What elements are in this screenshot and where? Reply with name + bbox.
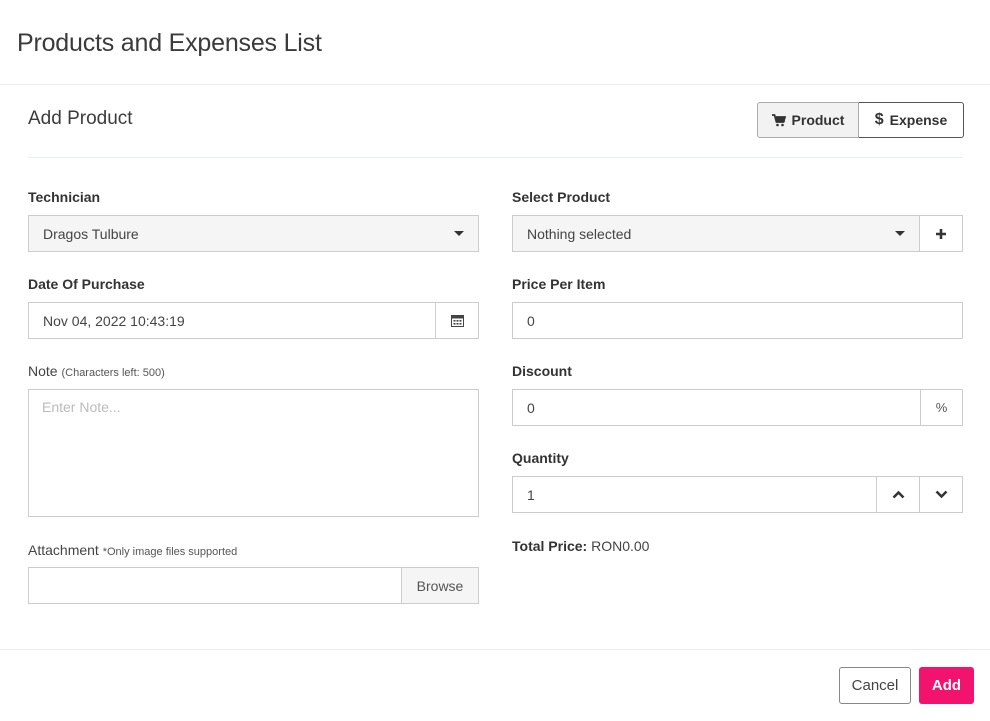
modal-title: Products and Expenses List [17, 29, 322, 57]
chevron-down-icon [895, 231, 905, 236]
technician-select[interactable]: Dragos Tulbure [28, 215, 479, 252]
date-label: Date Of Purchase [28, 276, 145, 292]
cart-icon [771, 113, 786, 126]
product-value: Nothing selected [527, 225, 632, 242]
date-input[interactable]: Nov 04, 2022 10:43:19 [28, 302, 479, 339]
cancel-button[interactable]: Cancel [839, 667, 911, 704]
note-chars-left: (Characters left: 500) [61, 367, 165, 379]
footer-divider [0, 649, 990, 650]
product-toggle-label: Product [791, 112, 845, 128]
plus-icon [936, 228, 946, 239]
total-price-value: RON0.00 [591, 538, 650, 554]
quantity-label: Quantity [512, 450, 569, 466]
type-toggle: Product $ Expense [757, 102, 964, 138]
calendar-icon [450, 315, 464, 327]
product-toggle-button[interactable]: Product [757, 102, 859, 138]
section-title: Add Product [28, 108, 133, 129]
attachment-input[interactable]: Browse [28, 567, 479, 604]
quantity-decrement-button[interactable] [919, 477, 962, 512]
price-value: 0 [527, 312, 535, 329]
price-label: Price Per Item [512, 276, 606, 292]
expense-toggle-button[interactable]: $ Expense [859, 102, 964, 138]
price-input[interactable]: 0 [512, 302, 963, 339]
technician-value: Dragos Tulbure [43, 225, 139, 242]
browse-button[interactable]: Browse [401, 568, 478, 603]
note-label: Note [28, 363, 58, 379]
note-textarea[interactable] [28, 389, 479, 517]
quantity-value: 1 [527, 486, 535, 503]
modal-header: Products and Expenses List [0, 0, 990, 85]
chevron-up-icon [892, 490, 904, 499]
section-divider [28, 157, 963, 158]
total-price: Total Price: RON0.00 [512, 538, 649, 554]
discount-label: Discount [512, 363, 572, 379]
dollar-icon: $ [874, 111, 884, 128]
note-label-row: Note (Characters left: 500) [28, 363, 165, 379]
technician-label: Technician [28, 189, 101, 205]
discount-value: 0 [527, 399, 535, 416]
date-value: Nov 04, 2022 10:43:19 [43, 312, 185, 329]
quantity-increment-button[interactable] [876, 477, 919, 512]
attachment-hint: *Only image files supported [102, 546, 238, 558]
product-label: Select Product [512, 189, 611, 205]
add-product-button[interactable] [919, 215, 963, 252]
total-price-label: Total Price: [512, 538, 588, 554]
add-button[interactable]: Add [919, 667, 974, 704]
chevron-down-icon [935, 490, 947, 499]
chevron-down-icon [454, 231, 464, 236]
percent-addon: % [920, 390, 962, 425]
attachment-label: Attachment [28, 542, 99, 558]
discount-input[interactable]: 0 % [512, 389, 963, 426]
product-select[interactable]: Nothing selected [512, 215, 920, 252]
expense-toggle-label: Expense [889, 112, 948, 128]
quantity-stepper[interactable]: 1 [512, 476, 963, 513]
attachment-label-row: Attachment *Only image files supported [28, 542, 237, 558]
calendar-button[interactable] [435, 303, 478, 338]
